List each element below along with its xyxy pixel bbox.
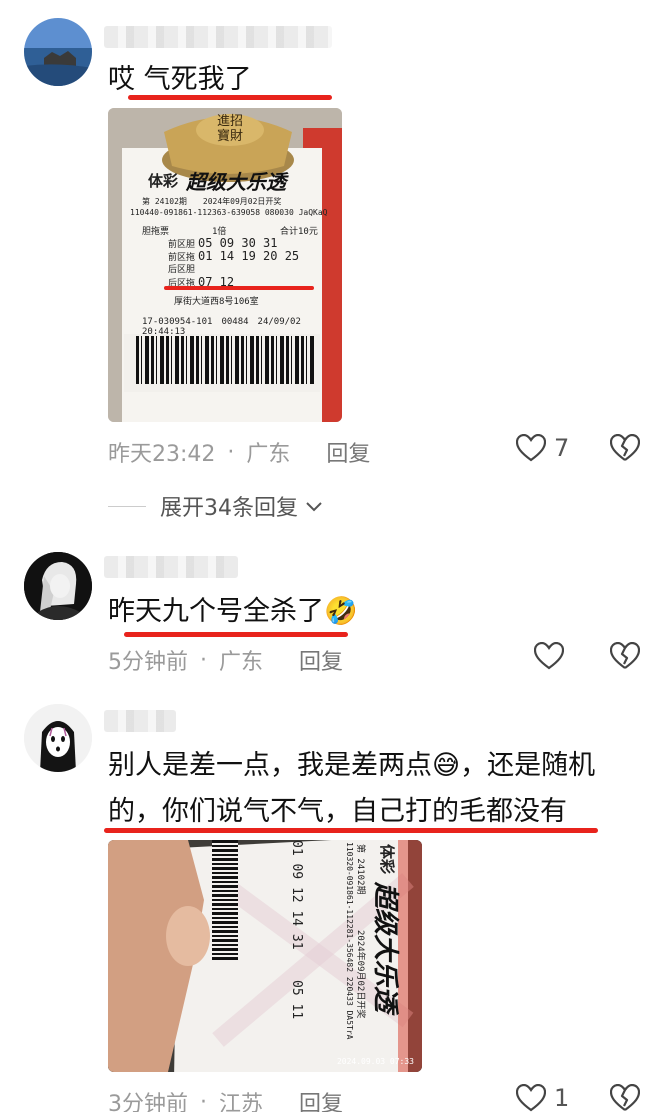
avatar-image <box>24 704 92 772</box>
broken-heart-icon <box>609 641 641 669</box>
ticket-address: 厚街大道西8号106室 <box>174 297 259 307</box>
ticket2-brand: 体彩 <box>378 844 396 875</box>
red-underline-annotation <box>124 632 348 637</box>
avatar-image <box>24 552 92 620</box>
comment-meta: 3分钟前 · 江苏 回复 <box>108 1086 343 1112</box>
comment-location: 广东 <box>246 442 291 467</box>
like-count: 7 <box>554 434 570 462</box>
reply-button[interactable]: 回复 <box>299 644 343 676</box>
heart-icon <box>516 434 546 462</box>
comment-location: 广东 <box>219 650 264 675</box>
comment-location: 江苏 <box>219 1092 264 1112</box>
ticket2-game-title: 超级大乐透 <box>370 882 400 1013</box>
ticket-issue: 第 24102期 2024年09月02日开奖 <box>142 197 282 206</box>
broken-heart-icon <box>609 1083 641 1111</box>
ingot-text: 進招 寶財 <box>216 114 243 144</box>
expand-replies-button[interactable]: 展开34条回复 <box>108 490 324 522</box>
heart-icon <box>516 1084 546 1112</box>
comment-meta: 昨天23:42 · 广东 回复 <box>108 436 370 468</box>
like-count: 1 <box>554 1084 570 1112</box>
ticket2-back-numbers: 05 11 <box>289 980 304 1020</box>
reply-button[interactable]: 回复 <box>299 1086 343 1112</box>
like-button[interactable]: 7 <box>516 434 569 462</box>
ticket-type: 胆拖票 <box>142 227 170 237</box>
ticket2-date: 2024年09月02日开奖 <box>355 930 365 1019</box>
ticket-station-line: 17-030954-101 00484 24/09/02 20:44:13 <box>142 317 301 337</box>
like-button[interactable]: 1 <box>516 1084 569 1112</box>
ticket2-barcode <box>212 840 238 960</box>
broken-heart-icon <box>609 433 641 461</box>
ticket-number-rows: 前区胆 05 09 30 31 前区拖 01 14 19 20 25 后区胆 后区拖… <box>168 236 300 289</box>
dislike-button[interactable] <box>609 1083 641 1112</box>
username-blurred[interactable] <box>104 556 238 578</box>
expand-replies-label: 展开34条回复 <box>160 496 298 521</box>
comment-time: 昨天23:42 <box>108 442 216 467</box>
username-blurred[interactable] <box>104 710 176 732</box>
ticket2-issue: 第 24102期 <box>355 844 365 895</box>
comment-meta: 5分钟前 · 广东 回复 <box>108 644 343 676</box>
comment-time: 5分钟前 <box>108 650 188 675</box>
comment-text: 昨天九个号全杀了🤣 <box>108 596 358 627</box>
comment-image-ticket[interactable]: 進招 寶財 体彩 超级大乐透 第 24102期 2024年09月02日开奖 11… <box>108 108 342 422</box>
comment-image-ticket[interactable]: 体彩 超级大乐透 第 24102期 2024年09月02日开奖 110320-0… <box>108 840 422 1072</box>
ticket-barcode <box>136 336 316 384</box>
ticket2-serial: 110320-091861-112281-356482 220433 DA5Tr… <box>345 842 354 1040</box>
ticket-red-underline <box>164 286 314 290</box>
ticket-game-title: 超级大乐透 <box>186 170 286 194</box>
ticket2-numbers: 01 09 12 14 31 <box>289 840 304 950</box>
avatar[interactable] <box>24 18 92 86</box>
username-blurred[interactable] <box>104 26 332 48</box>
image-timestamp-stamp: 2024.09.03 07:33 <box>336 1057 414 1066</box>
sweat-smile-emoji-icon: 😅 <box>432 750 461 781</box>
chevron-down-icon <box>306 502 322 512</box>
avatar[interactable] <box>24 552 92 620</box>
comment-text-line1: 别人是差一点，我是差两点😅，还是随机 <box>108 750 596 781</box>
ticket2-rotated-content: 体彩 超级大乐透 第 24102期 2024年09月02日开奖 110320-0… <box>212 840 400 1068</box>
reply-button[interactable]: 回复 <box>326 436 370 468</box>
avatar-image <box>24 18 92 86</box>
ticket-serial: 110440-091861-112363-639058 080030 JaQKa… <box>130 208 328 217</box>
red-underline-annotation <box>128 95 332 100</box>
dislike-button[interactable] <box>609 641 641 674</box>
heart-icon <box>534 642 564 670</box>
rofl-emoji-icon: 🤣 <box>324 596 358 627</box>
comment-time: 3分钟前 <box>108 1092 188 1112</box>
avatar[interactable] <box>24 704 92 772</box>
red-underline-annotation <box>104 828 598 833</box>
ticket-brand: 体彩 <box>148 172 179 190</box>
like-button[interactable] <box>534 642 564 670</box>
dislike-button[interactable] <box>609 433 641 466</box>
